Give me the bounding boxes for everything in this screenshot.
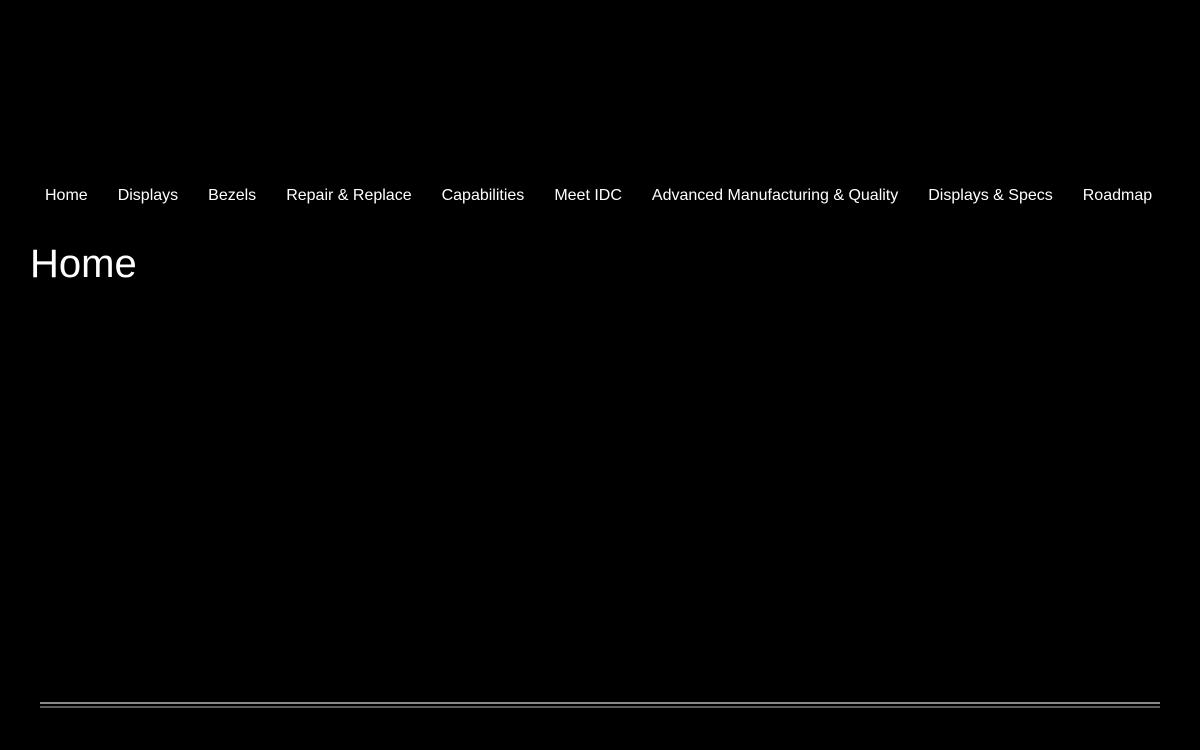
- nav-item-roadmap[interactable]: Roadmap: [1068, 185, 1167, 207]
- page: Home Displays Bezels Repair & Replace Ca…: [0, 0, 1200, 750]
- nav-item-bezels[interactable]: Bezels: [193, 185, 271, 207]
- page-title: Home: [30, 242, 137, 286]
- nav-item-displays-specs[interactable]: Displays & Specs: [913, 185, 1068, 207]
- nav-item-capabilities[interactable]: Capabilities: [427, 185, 540, 207]
- nav-item-home[interactable]: Home: [30, 185, 103, 207]
- footer-divider: [40, 702, 1160, 708]
- nav-item-advanced-manufacturing-quality[interactable]: Advanced Manufacturing & Quality: [637, 185, 913, 207]
- nav-item-displays[interactable]: Displays: [103, 185, 193, 207]
- nav-item-repair-replace[interactable]: Repair & Replace: [271, 185, 426, 207]
- main-nav: Home Displays Bezels Repair & Replace Ca…: [30, 184, 1170, 208]
- nav-item-meet-idc[interactable]: Meet IDC: [539, 185, 637, 207]
